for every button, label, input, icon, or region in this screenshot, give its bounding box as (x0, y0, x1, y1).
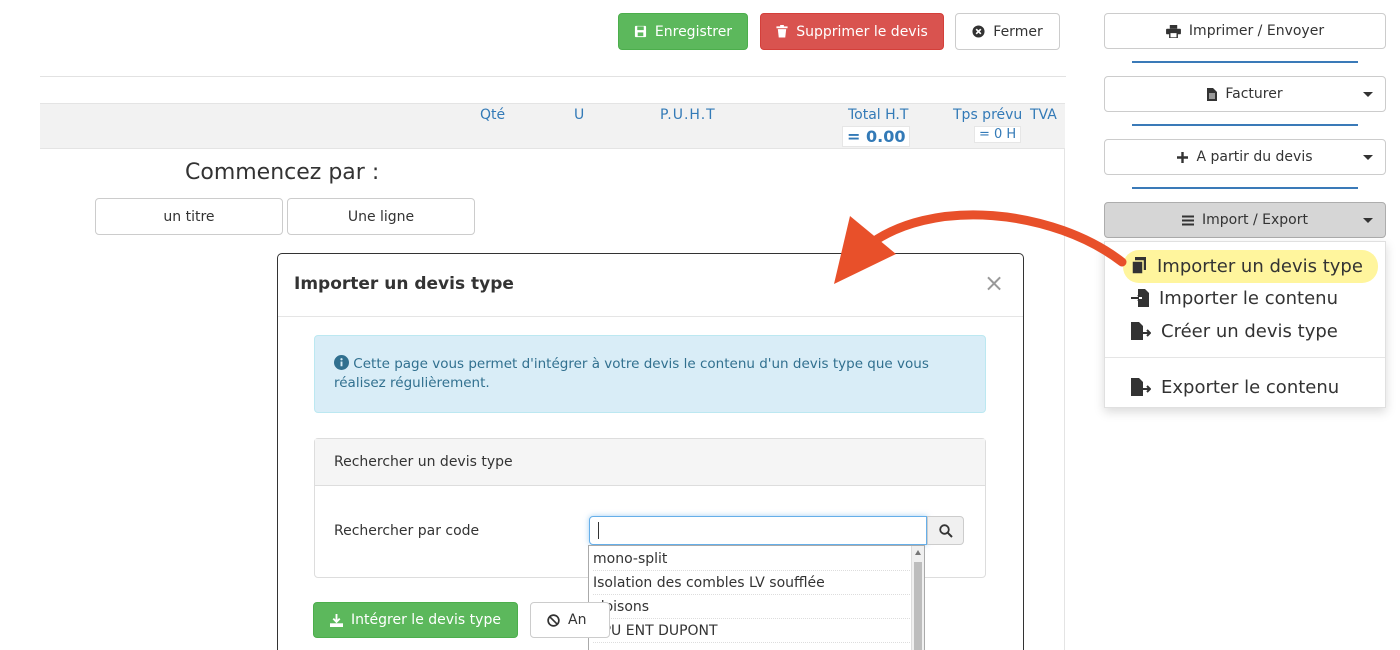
invoice-button[interactable]: Facturer (1104, 76, 1386, 112)
download-icon (330, 613, 344, 627)
text-cursor (598, 522, 599, 539)
menu-lines-icon (1182, 215, 1195, 225)
menu-divider (1105, 357, 1385, 358)
annotation-arrow (834, 210, 1127, 284)
integrate-label: Intégrer le devis type (351, 612, 501, 628)
integrate-template-button[interactable]: Intégrer le devis type (313, 602, 518, 638)
import-export-label: Import / Export (1202, 212, 1308, 228)
invoice-label: Facturer (1225, 86, 1283, 102)
file-export-icon (1131, 378, 1151, 396)
print-send-label: Imprimer / Envoyer (1188, 23, 1325, 39)
trash-icon (776, 25, 788, 38)
table-header (40, 103, 1065, 149)
document-icon (1207, 87, 1218, 101)
sidebar-divider (1132, 61, 1358, 63)
search-by-code-label: Rechercher par code (334, 523, 480, 539)
add-line-label: Une ligne (347, 208, 415, 225)
menu-item-export-content[interactable]: Exporter le contenu (1105, 372, 1385, 402)
import-export-button[interactable]: Import / Export (1104, 202, 1386, 238)
menu-item-create-template[interactable]: Créer un devis type (1105, 316, 1385, 346)
add-line-button[interactable]: Une ligne (287, 198, 475, 235)
import-export-menu: Importer un devis type Importer le conte… (1104, 241, 1386, 408)
column-qty: Qté (480, 107, 506, 123)
close-label: Fermer (993, 23, 1043, 40)
add-title-label: un titre (163, 208, 215, 225)
add-title-button[interactable]: un titre (95, 198, 283, 235)
floppy-disk-icon (634, 25, 646, 38)
search-icon (938, 523, 953, 538)
cancel-button[interactable]: An (530, 602, 610, 638)
column-vat: TVA (1030, 107, 1057, 123)
info-circle-icon (334, 355, 349, 370)
save-label: Enregistrer (654, 23, 733, 40)
search-button[interactable] (927, 516, 964, 545)
menu-item-label: Exporter le contenu (1161, 376, 1340, 398)
chevron-down-icon (1363, 155, 1373, 160)
menu-item-label: Créer un devis type (1161, 320, 1338, 342)
scroll-up-arrow-icon[interactable] (915, 550, 921, 555)
column-unit: U (574, 107, 585, 123)
info-alert: Cette page vous permet d'intégrer à votr… (314, 335, 986, 413)
delete-quote-button[interactable]: Supprimer le devis (760, 13, 944, 50)
column-time-planned: Tps prévu (953, 107, 1023, 123)
print-send-button[interactable]: Imprimer / Envoyer (1104, 13, 1386, 49)
chevron-down-icon (1363, 218, 1373, 223)
menu-item-label: Importer un devis type (1157, 255, 1363, 277)
copy-icon (1131, 257, 1146, 275)
plus-icon (1177, 151, 1189, 163)
modal-title: Importer un devis type (294, 274, 514, 294)
menu-item-import-content[interactable]: Importer le contenu (1105, 283, 1385, 313)
column-total-ht: Total H.T (848, 107, 909, 123)
suggestion-item[interactable]: mono-split (593, 547, 910, 571)
sidebar-divider (1132, 124, 1358, 126)
circle-x-icon (972, 25, 985, 38)
info-alert-body: Cette page vous permet d'intégrer à votr… (334, 355, 964, 393)
scrollbar-thumb[interactable] (914, 562, 922, 650)
suggestion-item[interactable]: cloisons (593, 595, 910, 619)
sidebar-divider (1132, 187, 1358, 189)
start-heading: Commencez par : (185, 160, 380, 185)
cancel-label: An (568, 612, 587, 628)
suggestion-item[interactable]: Isolation des combles LV soufflée (593, 571, 910, 595)
from-quote-label: A partir du devis (1196, 149, 1313, 165)
file-import-icon (1131, 289, 1149, 307)
total-ht-value: = 0.00 (842, 126, 911, 147)
suggestion-item[interactable]: BPU ENT DUPONT (593, 619, 910, 643)
import-template-modal: Importer un devis type × Cette page vous… (277, 253, 1024, 650)
time-planned-value: = 0 H (974, 126, 1022, 143)
chevron-down-icon (1363, 92, 1373, 97)
list-scrollbar[interactable] (911, 546, 924, 650)
search-panel-title: Rechercher un devis type (334, 454, 513, 470)
close-button[interactable]: Fermer (955, 13, 1060, 50)
file-export-icon (1131, 322, 1151, 340)
modal-header-divider (278, 316, 1023, 317)
menu-item-import-template[interactable]: Importer un devis type (1105, 251, 1385, 281)
suggestion-list[interactable]: mono-split Isolation des combles LV souf… (588, 545, 925, 650)
from-quote-button[interactable]: A partir du devis (1104, 139, 1386, 175)
search-code-input[interactable] (589, 516, 927, 545)
delete-label: Supprimer le devis (796, 23, 928, 40)
info-text: Cette page vous permet d'intégrer à votr… (334, 356, 929, 391)
ban-icon (547, 613, 560, 627)
menu-item-label: Importer le contenu (1159, 287, 1338, 309)
printer-icon (1165, 24, 1181, 38)
save-button[interactable]: Enregistrer (618, 13, 748, 50)
column-unit-price: P.U.H.T (660, 107, 716, 123)
toolbar-divider (40, 76, 1066, 77)
